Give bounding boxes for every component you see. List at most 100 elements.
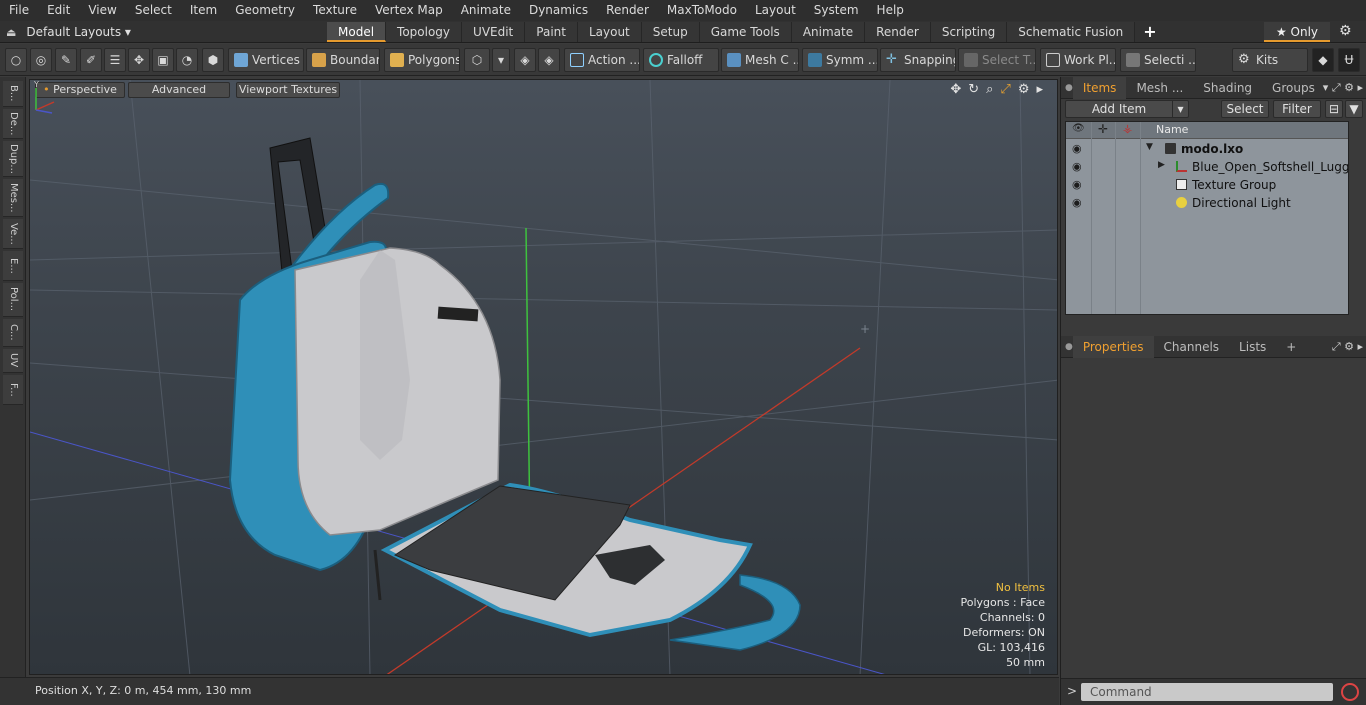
scale-icon[interactable]: ▣ bbox=[152, 48, 174, 72]
item-row-texture-group[interactable]: ◉ Texture Group bbox=[1066, 176, 1348, 194]
tab-properties[interactable]: Properties bbox=[1072, 335, 1154, 358]
menu-animate[interactable]: Animate bbox=[452, 0, 520, 21]
select-button[interactable]: Select bbox=[1221, 100, 1269, 118]
modo-cube-icon[interactable]: ◆ bbox=[1312, 48, 1334, 72]
zoom-icon[interactable]: ⌕ bbox=[986, 82, 993, 97]
tab-items[interactable]: Items bbox=[1072, 76, 1127, 99]
command-arrow-icon[interactable]: > bbox=[1067, 684, 1077, 698]
symmetry-x-icon[interactable]: ◈ bbox=[514, 48, 536, 72]
menu-file[interactable]: File bbox=[0, 0, 38, 21]
menu-texture[interactable]: Texture bbox=[304, 0, 366, 21]
only-button[interactable]: ★ Only bbox=[1264, 22, 1330, 42]
kits-button[interactable]: ⚙ Kits bbox=[1232, 48, 1308, 72]
menu-view[interactable]: View bbox=[79, 0, 125, 21]
tab-schematic-fusion[interactable]: Schematic Fusion bbox=[1007, 22, 1136, 42]
viewport-menu-icon[interactable]: ▸ bbox=[1036, 82, 1043, 97]
layouts-dropdown[interactable]: ⏏ Default Layouts ▾ bbox=[6, 21, 131, 43]
polygons-button[interactable]: Polygons bbox=[384, 48, 460, 72]
tab-scripting[interactable]: Scripting bbox=[930, 22, 1008, 42]
name-column-header[interactable]: Name bbox=[1156, 123, 1188, 136]
pen-icon[interactable]: ✎ bbox=[55, 48, 77, 72]
globe-icon[interactable]: ◎ bbox=[30, 48, 52, 72]
menu-render[interactable]: Render bbox=[597, 0, 658, 21]
menu-layout[interactable]: Layout bbox=[746, 0, 805, 21]
item-row-modo-lxo[interactable]: ◉ ▼ modo.lxo bbox=[1066, 140, 1348, 158]
command-input[interactable]: Command bbox=[1081, 683, 1333, 701]
item-row-directional-light[interactable]: ◉ Directional Light bbox=[1066, 194, 1348, 212]
tab-groups[interactable]: Groups bbox=[1262, 77, 1325, 99]
tab-channels[interactable]: Channels bbox=[1154, 336, 1230, 358]
visibility-eye-icon[interactable]: ◉ bbox=[1072, 178, 1082, 191]
add-tab-icon[interactable]: + bbox=[1135, 22, 1164, 42]
snapping-button[interactable]: ✛ Snapping bbox=[880, 48, 956, 72]
vtab-fusion[interactable]: F... bbox=[3, 375, 23, 405]
collapse-icon[interactable]: ⊟ bbox=[1325, 100, 1343, 118]
rotate-icon[interactable]: ◔ bbox=[176, 48, 198, 72]
tab-animate[interactable]: Animate bbox=[791, 22, 866, 42]
panel-options-icon[interactable]: ⤢ ⚙ ▸ bbox=[1332, 336, 1363, 358]
selection-sets-button[interactable]: Selecti ... bbox=[1120, 48, 1196, 72]
falloff-button[interactable]: Falloff bbox=[643, 48, 719, 72]
vtab-uv[interactable]: UV bbox=[3, 349, 23, 373]
tab-paint[interactable]: Paint bbox=[525, 22, 578, 42]
tab-lists[interactable]: Lists bbox=[1229, 336, 1276, 358]
brush-icon[interactable]: ✐ bbox=[80, 48, 102, 72]
vtab-duplicate[interactable]: Dup... bbox=[3, 141, 23, 177]
gear-icon[interactable]: ⚙ bbox=[1339, 23, 1352, 39]
add-item-button[interactable]: Add Item ▾ bbox=[1065, 100, 1189, 118]
tab-shading[interactable]: Shading bbox=[1193, 77, 1262, 99]
move-icon[interactable]: ✥ bbox=[128, 48, 150, 72]
item-mode-icon[interactable]: ⬢ bbox=[202, 48, 224, 72]
tab-model[interactable]: Model bbox=[327, 22, 387, 42]
symmetry-y-icon[interactable]: ◈ bbox=[538, 48, 560, 72]
vtab-polygon[interactable]: Pol... bbox=[3, 283, 23, 317]
add-panel-tab-icon[interactable]: + bbox=[1276, 336, 1306, 358]
tab-game-tools[interactable]: Game Tools bbox=[699, 22, 792, 42]
funnel-icon[interactable]: ▼ bbox=[1345, 100, 1363, 118]
action-center-button[interactable]: Action ... bbox=[564, 48, 640, 72]
viewport-textures-button[interactable]: Viewport Textures bbox=[236, 82, 340, 98]
vtab-basic[interactable]: B... bbox=[3, 81, 23, 107]
work-plane-button[interactable]: Work Pl... bbox=[1040, 48, 1116, 72]
orbit-icon[interactable]: ↻ bbox=[968, 82, 979, 97]
menu-maxtomodo[interactable]: MaxToModo bbox=[658, 0, 746, 21]
tab-render[interactable]: Render bbox=[865, 22, 931, 42]
chevron-down-icon[interactable]: ▾ bbox=[492, 48, 510, 72]
vtab-edge[interactable]: E... bbox=[3, 251, 23, 281]
unreal-icon[interactable]: Ʉ bbox=[1338, 48, 1360, 72]
menu-edit[interactable]: Edit bbox=[38, 0, 79, 21]
advanced-button[interactable]: Advanced bbox=[128, 82, 230, 98]
tab-topology[interactable]: Topology bbox=[386, 22, 463, 42]
menu-help[interactable]: Help bbox=[868, 0, 913, 21]
maximize-icon[interactable]: ⤢ bbox=[1000, 82, 1010, 97]
tab-layout[interactable]: Layout bbox=[577, 22, 642, 42]
visibility-eye-icon[interactable]: ◉ bbox=[1072, 142, 1082, 155]
item-row-luggage[interactable]: ◉ ▶ Blue_Open_Softshell_Luggage bbox=[1066, 158, 1348, 176]
visibility-eye-icon[interactable]: ◉ bbox=[1072, 196, 1082, 209]
mesh-constraint-button[interactable]: Mesh C ... bbox=[721, 48, 799, 72]
circle-select-icon[interactable]: ○ bbox=[5, 48, 27, 72]
visibility-eye-icon[interactable]: ◉ bbox=[1072, 160, 1082, 173]
menu-geometry[interactable]: Geometry bbox=[226, 0, 304, 21]
filter-button[interactable]: Filter bbox=[1273, 100, 1321, 118]
3d-viewport[interactable]: + • Perspective Advanced Viewport Textur… bbox=[29, 79, 1058, 675]
tab-mesh[interactable]: Mesh ... bbox=[1126, 77, 1193, 99]
tab-uvedit[interactable]: UVEdit bbox=[462, 22, 526, 42]
menu-system[interactable]: System bbox=[805, 0, 868, 21]
vtab-deform[interactable]: De... bbox=[3, 109, 23, 139]
record-icon[interactable] bbox=[1341, 683, 1359, 701]
align-icon[interactable]: ☰ bbox=[104, 48, 126, 72]
vertices-button[interactable]: Vertices bbox=[228, 48, 304, 72]
panel-options-icon[interactable]: ▾ ⤢ ⚙ ▸ bbox=[1323, 77, 1363, 99]
vtab-curve[interactable]: C... bbox=[3, 319, 23, 347]
menu-dynamics[interactable]: Dynamics bbox=[520, 0, 597, 21]
viewport-settings-icon[interactable]: ⚙ bbox=[1018, 82, 1030, 97]
select-through-button[interactable]: Select T... bbox=[958, 48, 1036, 72]
tab-setup[interactable]: Setup bbox=[641, 22, 700, 42]
vtab-vertex[interactable]: Ve... bbox=[3, 219, 23, 249]
menu-select[interactable]: Select bbox=[126, 0, 181, 21]
expand-arrow-icon[interactable]: ▶ bbox=[1158, 160, 1165, 170]
boundary-button[interactable]: Boundary bbox=[306, 48, 380, 72]
collapse-arrow-icon[interactable]: ▼ bbox=[1146, 142, 1153, 152]
menu-vertex-map[interactable]: Vertex Map bbox=[366, 0, 452, 21]
